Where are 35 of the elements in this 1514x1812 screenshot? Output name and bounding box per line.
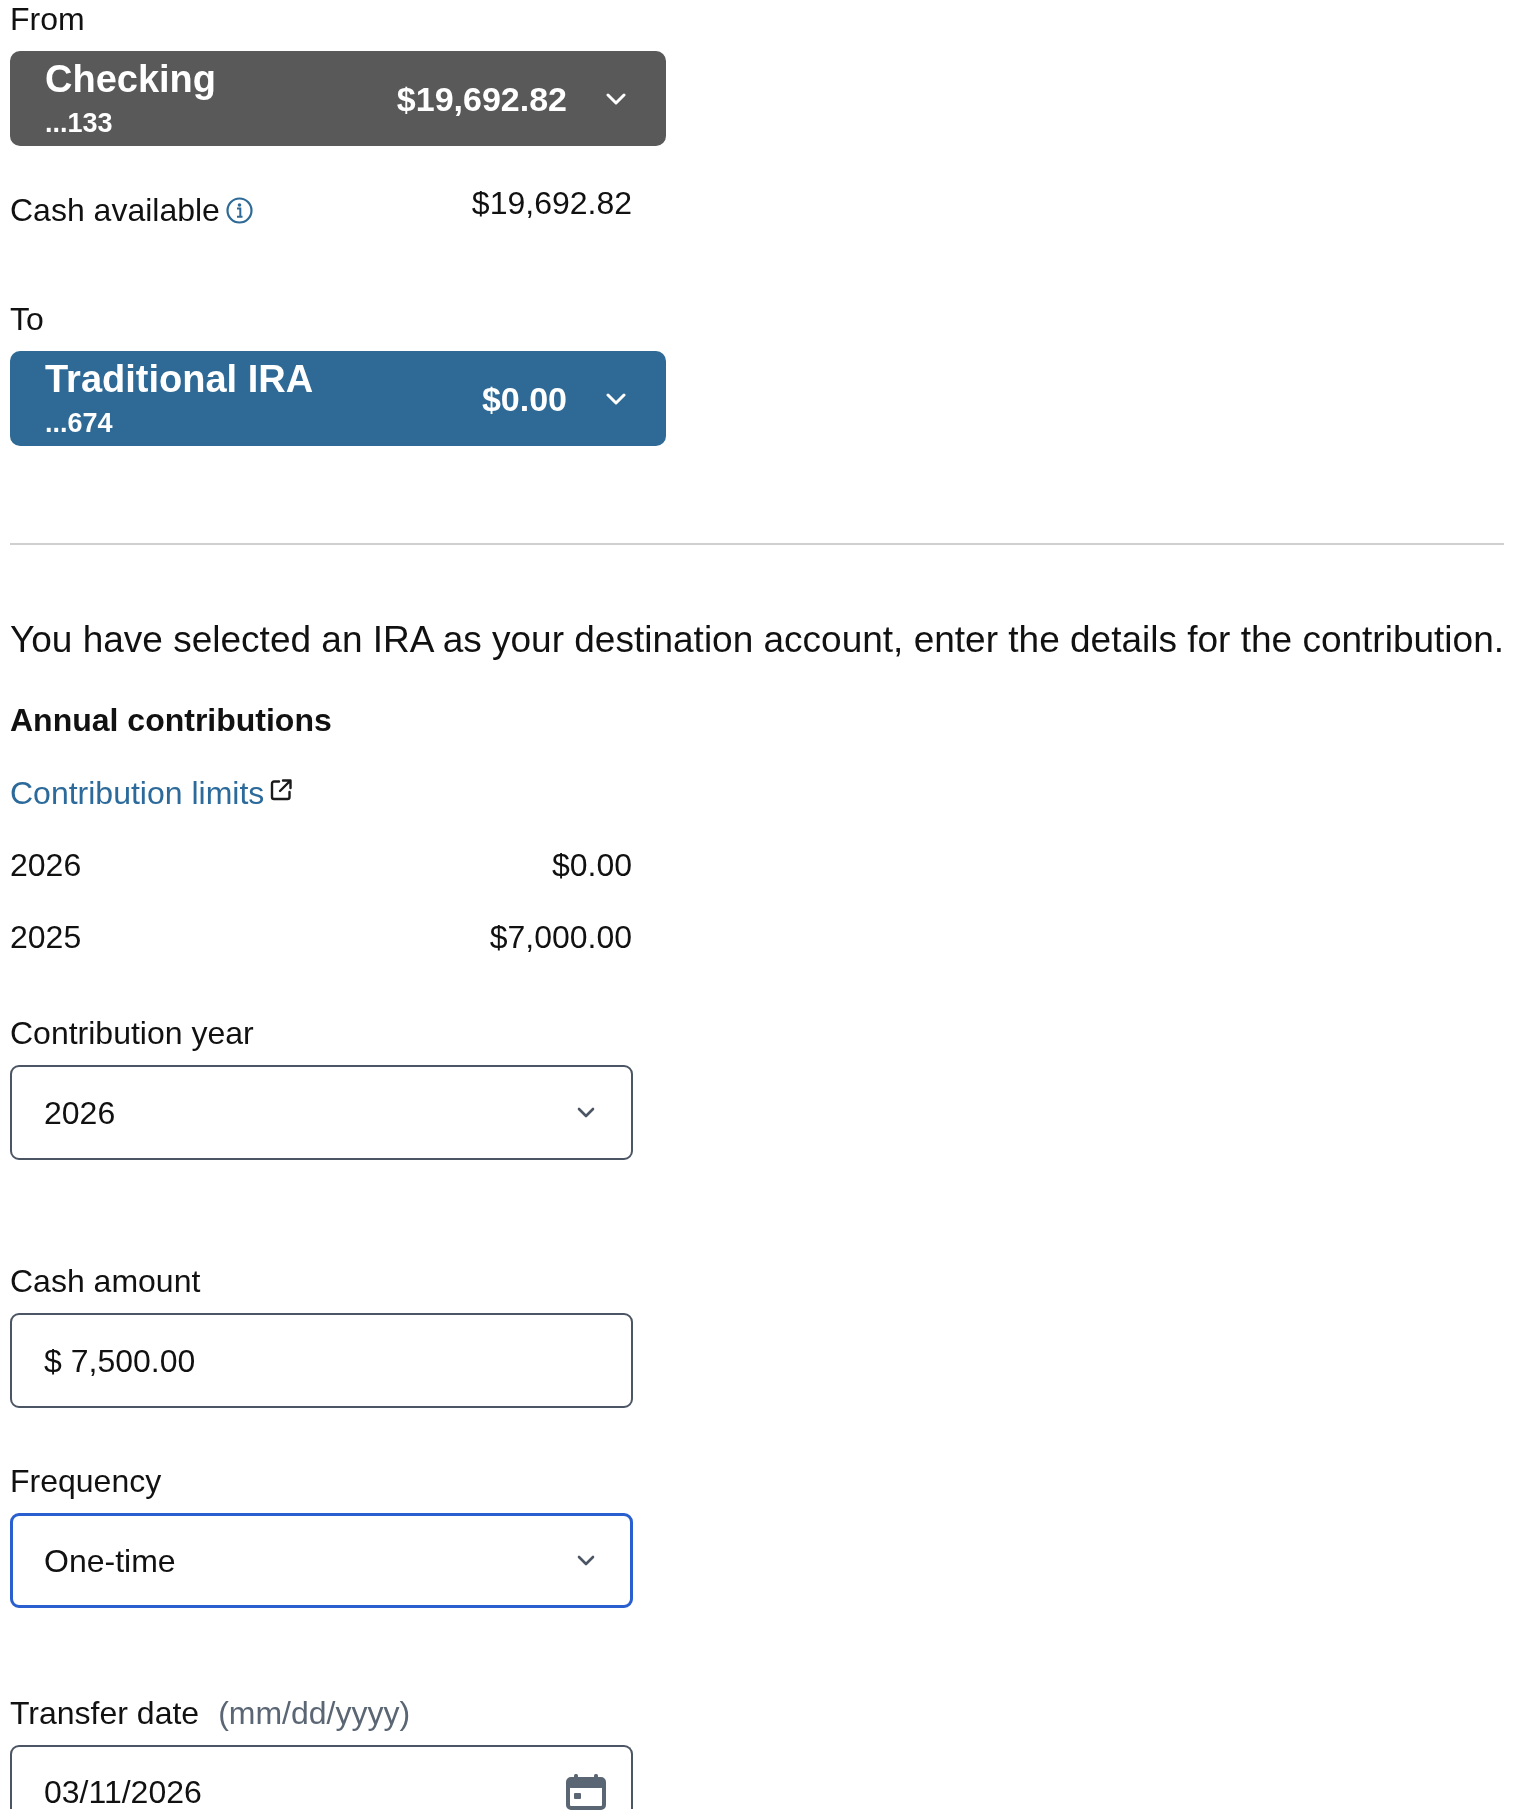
account-name: Checking xyxy=(45,58,217,100)
select-field[interactable]: One-time xyxy=(10,1513,633,1608)
field-label: Frequency xyxy=(10,1462,162,1500)
info-message: You have selected an IRA as your destination account, enter the details for the contribution. xyxy=(10,619,1504,661)
field-label: Transfer date xyxy=(10,1694,200,1732)
info-icon[interactable] xyxy=(225,196,253,224)
contribution-amount: $7,000.00 xyxy=(489,918,632,956)
external-link-icon xyxy=(269,778,294,802)
account-select[interactable]: Checking ...133 $19,692.82 xyxy=(10,51,666,146)
date-input[interactable]: 03/11/2026 xyxy=(10,1745,633,1809)
field-label: Contribution year xyxy=(10,1014,254,1052)
section-heading: Annual contributions xyxy=(10,701,332,739)
account-balance: $0.00 xyxy=(481,378,567,419)
select-field[interactable]: 2026 xyxy=(10,1065,633,1160)
year-label: 2025 xyxy=(10,918,82,956)
account-select[interactable]: Traditional IRA ...674 $0.00 xyxy=(10,351,666,446)
account-number: ...133 xyxy=(45,108,114,138)
calendar-icon[interactable] xyxy=(566,1774,606,1810)
chevron-down-icon xyxy=(577,1555,595,1566)
account-name: Traditional IRA xyxy=(45,358,314,400)
format-hint: (mm/dd/yyyy) xyxy=(218,1694,411,1732)
contribution-amount: $0.00 xyxy=(551,846,632,884)
account-number: ...674 xyxy=(45,408,114,438)
amount-input[interactable]: $ 7,500.00 xyxy=(10,1313,633,1408)
year-label: 2026 xyxy=(10,846,82,884)
cash-available-label: Cash available xyxy=(10,191,220,229)
cash-available-value: $19,692.82 xyxy=(471,184,632,222)
account-balance: $19,692.82 xyxy=(396,78,567,119)
field-label: Cash amount xyxy=(10,1262,201,1300)
chevron-down-icon xyxy=(606,392,626,405)
chevron-down-icon xyxy=(606,92,626,105)
contribution-limits-link[interactable]: Contribution limits xyxy=(10,774,294,812)
chevron-down-icon xyxy=(577,1107,595,1118)
field-label: From xyxy=(10,0,85,38)
field-label: To xyxy=(10,300,44,338)
